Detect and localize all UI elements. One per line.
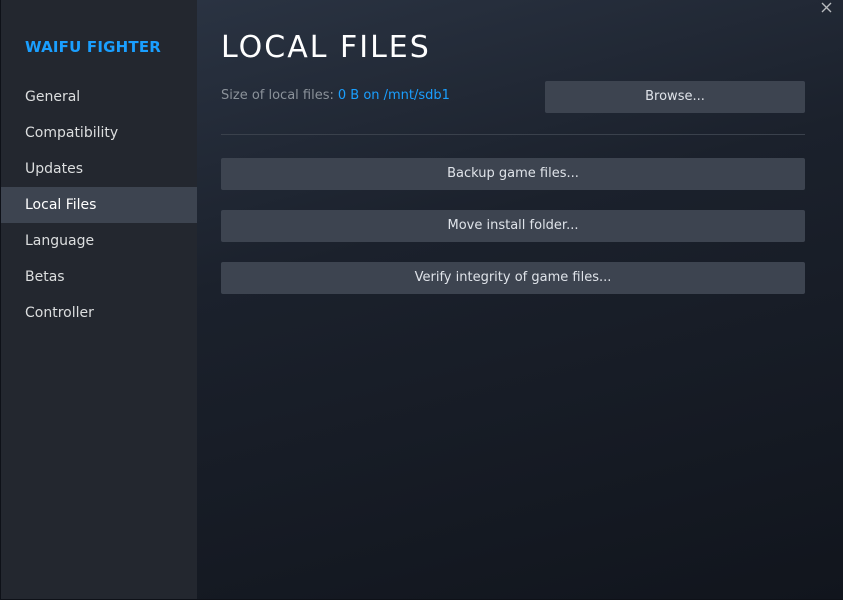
sidebar-item-local-files[interactable]: Local Files — [1, 187, 197, 223]
size-label: Size of local files: — [221, 88, 334, 103]
size-value-link[interactable]: 0 B on /mnt/sdb1 — [338, 88, 450, 103]
browse-button[interactable]: Browse... — [545, 81, 805, 113]
close-icon — [821, 2, 832, 13]
sidebar-nav: General Compatibility Updates Local File… — [1, 79, 197, 331]
divider — [221, 134, 805, 135]
local-files-size: Size of local files: 0 B on /mnt/sdb1 — [221, 88, 450, 103]
sidebar-item-betas[interactable]: Betas — [1, 259, 197, 295]
sidebar-item-updates[interactable]: Updates — [1, 151, 197, 187]
sidebar-item-general[interactable]: General — [1, 79, 197, 115]
sidebar: WAIFU FIGHTER General Compatibility Upda… — [1, 0, 197, 599]
game-properties-window: WAIFU FIGHTER General Compatibility Upda… — [0, 0, 843, 600]
sidebar-item-compatibility[interactable]: Compatibility — [1, 115, 197, 151]
game-title: WAIFU FIGHTER — [25, 38, 162, 56]
sidebar-item-controller[interactable]: Controller — [1, 295, 197, 331]
page-title: LOCAL FILES — [221, 30, 431, 65]
main-panel: LOCAL FILES Size of local files: 0 B on /… — [197, 0, 843, 599]
close-button[interactable] — [817, 0, 837, 20]
sidebar-item-language[interactable]: Language — [1, 223, 197, 259]
move-install-folder-button[interactable]: Move install folder... — [221, 210, 805, 242]
backup-game-files-button[interactable]: Backup game files... — [221, 158, 805, 190]
verify-integrity-button[interactable]: Verify integrity of game files... — [221, 262, 805, 294]
